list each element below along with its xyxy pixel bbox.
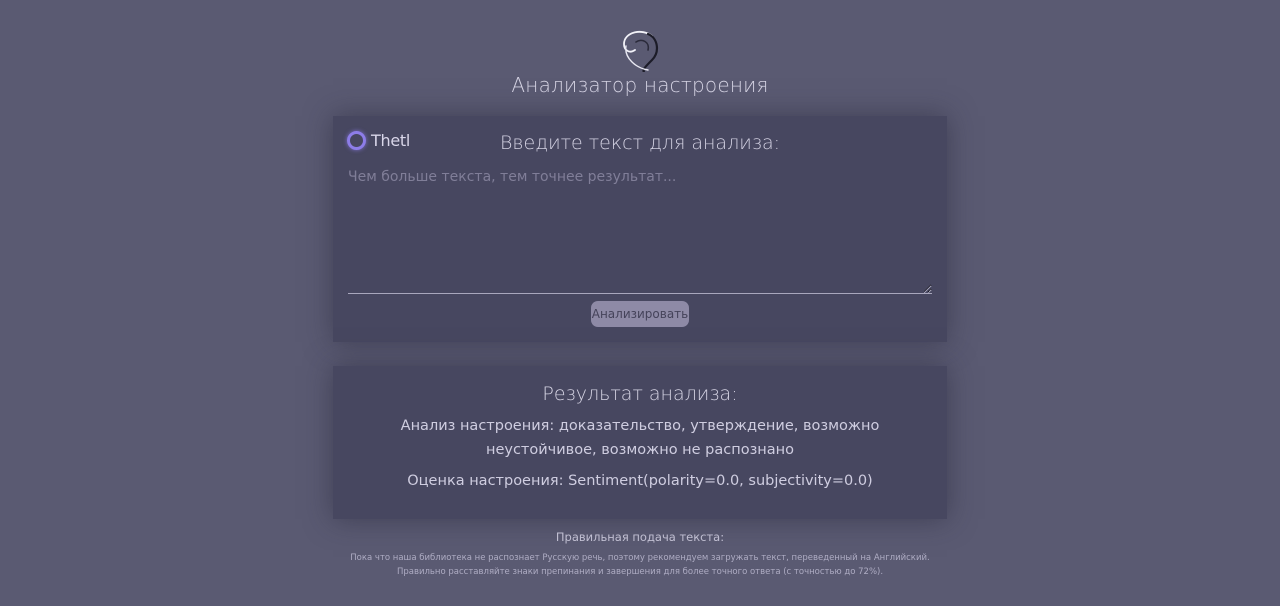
page-header: Анализатор настроения	[0, 28, 1280, 97]
mood-result-text: Анализ настроения: доказательство, утвер…	[400, 418, 880, 458]
page-title: Анализатор настроения	[511, 73, 769, 97]
result-card: Результат анализа: Анализ настроения: до…	[333, 366, 947, 519]
result-heading: Результат анализа:	[542, 383, 738, 405]
footer-note: Пока что наша библиотека не распознает Р…	[350, 553, 930, 563]
sentiment-score-text: Оценка настроения: Sentiment(polarity=0.…	[407, 473, 873, 489]
input-heading: Введите текст для анализа:	[499, 132, 781, 154]
footer-note: Правильно расставляйте знаки препинания …	[396, 567, 884, 577]
input-card: Thetl Введите текст для анализа: Анализи…	[333, 116, 947, 342]
footer: Правильная подача текста: Пока что наша …	[0, 530, 1280, 579]
footer-title: Правильная подача текста:	[555, 530, 725, 544]
analyze-button[interactable]: Анализировать	[591, 301, 689, 327]
analysis-text-input[interactable]	[348, 169, 932, 294]
resize-handle-icon[interactable]	[924, 286, 931, 293]
abstract-swirl-logo-icon	[623, 30, 658, 72]
